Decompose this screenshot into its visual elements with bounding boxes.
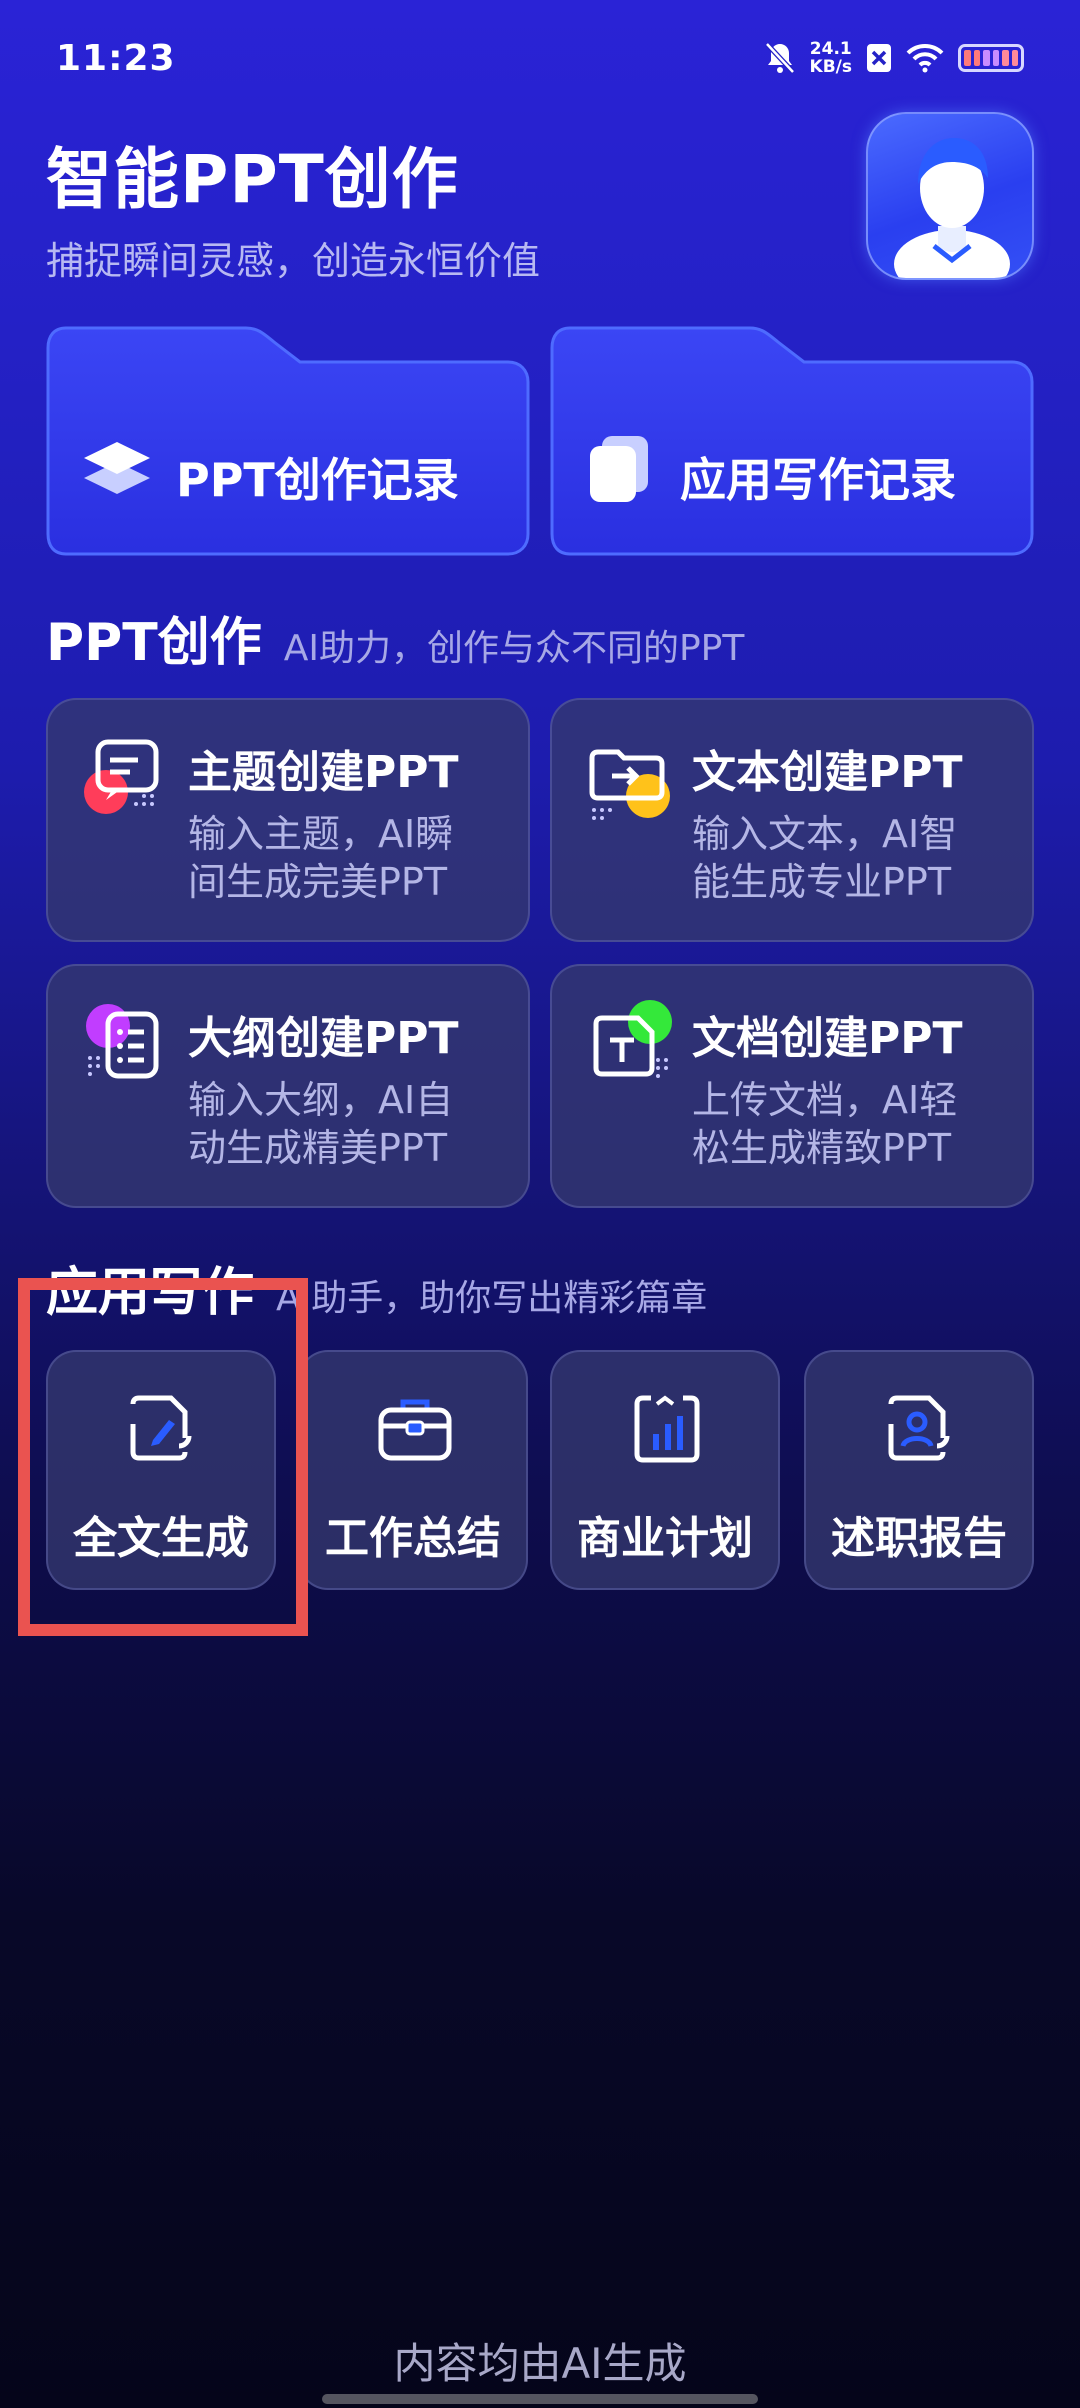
highlight-box <box>18 1278 308 1636</box>
avatar[interactable] <box>866 112 1034 280</box>
card-desc: 输入文本，AI智 能生成专业PPT <box>692 810 1012 906</box>
x-box-icon <box>867 44 891 72</box>
status-time: 11:23 <box>56 38 176 79</box>
card-desc: 输入主题，AI瞬 间生成完美PPT <box>188 810 508 906</box>
writing-record-card[interactable]: 应用写作记录 <box>550 326 1034 556</box>
card-desc-line: 输入文本，AI智 <box>692 812 958 856</box>
bar-chart-icon <box>634 1395 700 1463</box>
chat-bubble-icon <box>84 739 159 814</box>
card-label: 述职报告 <box>831 1513 1007 1564</box>
card-desc-line: 间生成完美PPT <box>188 860 448 904</box>
ppt-section-subtitle: AI助力，创作与众不同的PPT <box>283 628 745 669</box>
text-create-ppt-card[interactable]: 文本创建PPT 输入文本，AI智 能生成专业PPT <box>550 698 1034 942</box>
document-create-ppt-card[interactable]: 文档创建PPT 上传文档，AI轻 松生成精致PPT <box>550 964 1034 1208</box>
card-label: 工作总结 <box>325 1513 501 1564</box>
ppt-section-heading: PPT创作 AI助力，创作与众不同的PPT <box>46 600 744 675</box>
work-report-button[interactable]: 述职报告 <box>804 1350 1034 1590</box>
user-avatar-icon <box>894 138 1010 278</box>
ppt-record-card[interactable]: PPT创作记录 <box>46 326 530 556</box>
card-title: 文档创建PPT <box>692 1013 963 1064</box>
card-desc: 输入大纲，AI自 动生成精美PPT <box>188 1076 508 1172</box>
battery-icon <box>958 44 1024 72</box>
briefcase-icon <box>378 1399 452 1461</box>
speed-value: 24.1 <box>809 39 852 59</box>
bell-off-icon <box>764 42 795 74</box>
card-title: 大纲创建PPT <box>188 1013 459 1064</box>
card-desc-line: 动生成精美PPT <box>188 1126 448 1170</box>
business-plan-button[interactable]: 商业计划 <box>550 1350 780 1590</box>
card-desc: 上传文档，AI轻 松生成精致PPT <box>692 1076 1012 1172</box>
card-desc-line: 能生成专业PPT <box>692 860 952 904</box>
page-subtitle: 捕捉瞬间灵感，创造永恒价值 <box>46 239 541 283</box>
page-title: 智能PPT创作 <box>46 141 459 218</box>
speed-unit: KB/s <box>809 57 852 77</box>
outline-create-ppt-card[interactable]: 大纲创建PPT 输入大纲，AI自 动生成精美PPT <box>46 964 530 1208</box>
status-icons: 24.1 KB/s <box>764 40 1024 76</box>
home-indicator[interactable] <box>322 2394 758 2404</box>
writing-section-subtitle: AI助手，助你写出精彩篇章 <box>276 1278 708 1319</box>
topic-create-ppt-card[interactable]: 主题创建PPT 输入主题，AI瞬 间生成完美PPT <box>46 698 530 942</box>
card-desc-line: 输入主题，AI瞬 <box>188 812 454 856</box>
outline-list-icon <box>86 1004 159 1079</box>
card-desc-line: 上传文档，AI轻 <box>692 1078 958 1122</box>
ppt-section-title: PPT创作 <box>46 613 262 673</box>
folder-arrow-icon <box>589 749 670 820</box>
ai-generated-notice: 内容均由AI生成 <box>393 2339 687 2388</box>
person-report-icon <box>888 1395 950 1461</box>
card-label: 商业计划 <box>577 1513 753 1564</box>
card-desc-line: 输入大纲，AI自 <box>188 1078 454 1122</box>
card-title: 文本创建PPT <box>692 747 963 798</box>
document-text-icon <box>593 1000 672 1078</box>
copy-pages-icon <box>590 436 648 502</box>
card-desc-line: 松生成精致PPT <box>692 1126 952 1170</box>
layers-icon <box>84 442 150 494</box>
ppt-record-label: PPT创作记录 <box>176 453 459 507</box>
work-summary-button[interactable]: 工作总结 <box>298 1350 528 1590</box>
wifi-icon <box>906 43 944 73</box>
writing-record-label: 应用写作记录 <box>680 453 956 507</box>
card-title: 主题创建PPT <box>188 747 459 798</box>
network-speed: 24.1 KB/s <box>810 40 852 76</box>
